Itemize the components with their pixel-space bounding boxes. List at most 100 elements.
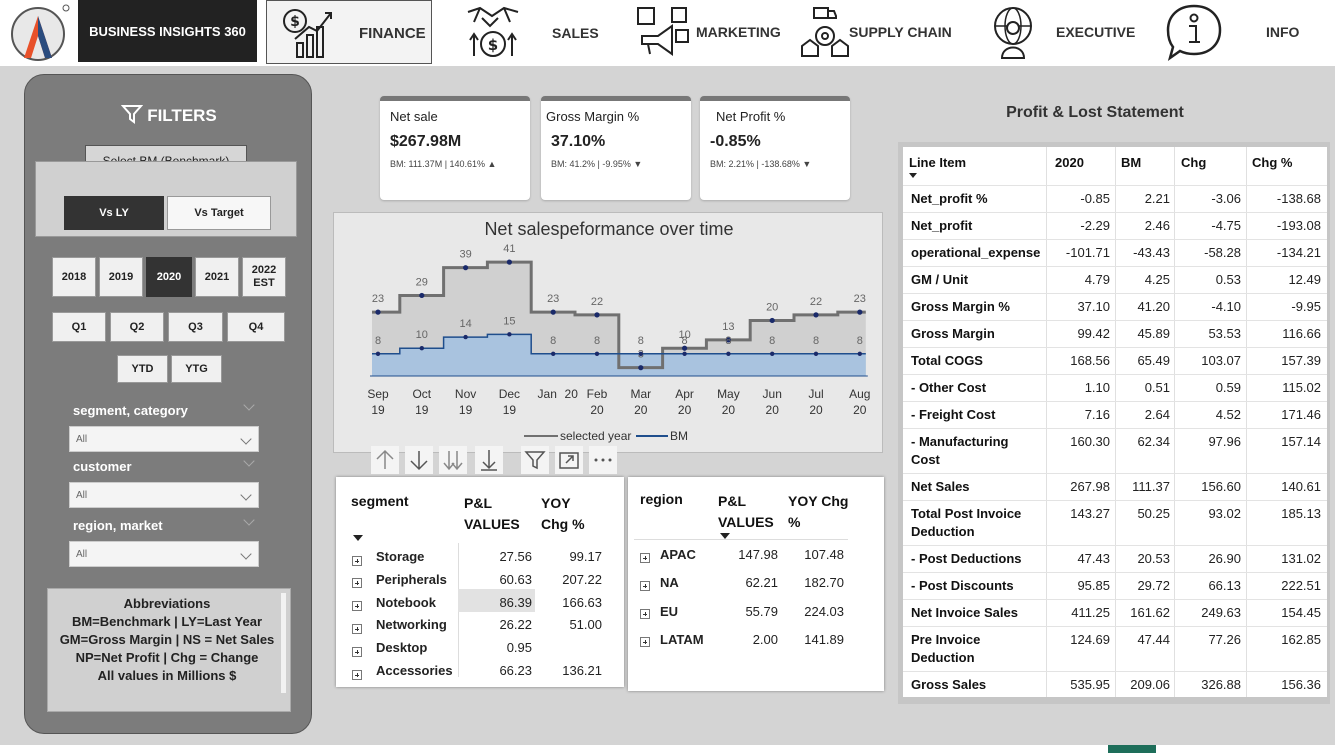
vs-target-toggle[interactable]: Vs Target (167, 196, 271, 230)
expand-plus-icon[interactable] (352, 578, 362, 589)
region-header[interactable]: region (640, 491, 683, 507)
quarter-q4-button[interactable]: Q4 (227, 312, 285, 342)
segment-category-dropdown[interactable]: All (69, 426, 259, 452)
expand-plus-icon[interactable] (640, 580, 650, 591)
net-sales-chart[interactable]: Net salespeformance over time 23 29 39 41 23… (333, 212, 883, 453)
kpi-card-net-sale[interactable]: Net sale $267.98M BM: 111.37M | 140.61% … (380, 96, 530, 200)
x-tick-label: 20 (809, 403, 823, 417)
table-row[interactable]: NA 62.21 182.70 (628, 571, 884, 597)
abbreviation-line: GM=Gross Margin | NS = Net Sales (59, 632, 275, 647)
pnl-row[interactable]: operational_expense -101.71 -43.43 -58.28 -1… (903, 239, 1327, 266)
table-row[interactable]: Accessories 66.23 136.21 (344, 661, 614, 683)
year-2020-button[interactable]: 2020 (146, 257, 192, 297)
pnl-line-item: Net_profit (911, 218, 973, 233)
sort-desc-icon[interactable] (909, 173, 917, 178)
pnl-table[interactable]: Line Item 2020 BM Chg Chg % Net_profit %… (903, 147, 1327, 697)
pnl-header-chg-pct[interactable]: Chg % (1252, 155, 1292, 170)
nav-supply-chain[interactable]: SUPPLY CHAIN (800, 0, 960, 64)
chevron-down-icon[interactable] (243, 455, 255, 467)
expand-hierarchy-icon[interactable] (475, 446, 503, 474)
table-row[interactable]: Networking 26.22 51.00 (344, 615, 614, 637)
pl-value: 2.00 (752, 631, 778, 647)
region-market-label: region, market (73, 518, 163, 533)
ytg-button[interactable]: YTG (171, 355, 222, 383)
pnl-header-bm[interactable]: BM (1121, 155, 1141, 170)
expand-plus-icon[interactable] (352, 555, 362, 566)
kpi-benchmark: BM: 2.21% | -138.68% ▼ (710, 159, 812, 169)
scrollbar[interactable] (281, 593, 286, 693)
active-page-tab[interactable] (1108, 745, 1156, 753)
chevron-down-icon[interactable] (243, 514, 255, 526)
pnl-row[interactable]: Gross Margin % 37.10 41.20 -4.10 -9.95 (903, 293, 1327, 320)
pnl-row[interactable]: Net Invoice Sales 411.25 161.62 249.63 154.4… (903, 599, 1327, 626)
x-tick-label: 20 (766, 403, 780, 417)
expand-plus-icon[interactable] (640, 609, 650, 620)
pnl-row[interactable]: GM / Unit 4.79 4.25 0.53 12.49 (903, 266, 1327, 293)
pnl-row[interactable]: Net_profit -2.29 2.46 -4.75 -193.08 (903, 212, 1327, 239)
pnl-row[interactable]: - Manufacturing Cost 160.30 62.34 97.96 157.… (903, 428, 1327, 473)
nav-executive[interactable]: EXECUTIVE (982, 0, 1135, 64)
table-row[interactable]: Desktop 0.95 (344, 638, 614, 660)
yoy-chg-header[interactable]: YOY Chg % (541, 493, 601, 535)
filter-icon[interactable] (521, 446, 549, 474)
region-matrix[interactable]: region P&L VALUES YOY Chg % APAC 147.98 10… (628, 477, 884, 691)
pnl-header-2020[interactable]: 2020 (1055, 155, 1084, 170)
kpi-card-net-profit[interactable]: Net Profit % -0.85% BM: 2.21% | -138.68%… (700, 96, 850, 200)
double-arrow-down-icon[interactable] (439, 446, 467, 474)
sort-desc-icon[interactable] (353, 535, 363, 541)
nav-sales[interactable]: $ SALES (460, 0, 610, 64)
pnl-header-line-item[interactable]: Line Item (909, 155, 966, 170)
kpi-card-gross-margin[interactable]: Gross Margin % 37.10% BM: 41.2% | -9.95%… (541, 96, 691, 200)
nav-marketing[interactable]: MARKETING (634, 0, 784, 64)
nav-finance[interactable]: $ FINANCE (266, 0, 432, 64)
expand-plus-icon[interactable] (352, 669, 362, 680)
table-row[interactable]: APAC 147.98 107.48 (628, 543, 884, 569)
pnl-row[interactable]: Total COGS 168.56 65.49 103.07 157.39 (903, 347, 1327, 374)
pnl-row[interactable]: - Freight Cost 7.16 2.64 4.52 171.46 (903, 401, 1327, 428)
pnl-row[interactable]: Gross Margin 99.42 45.89 53.53 116.66 (903, 320, 1327, 347)
year-2021-button[interactable]: 2021 (195, 257, 239, 297)
pnl-row[interactable]: - Post Deductions 47.43 20.53 26.90 131.02 (903, 545, 1327, 572)
vs-ly-toggle[interactable]: Vs LY (64, 196, 164, 230)
expand-plus-icon[interactable] (640, 552, 650, 563)
table-row[interactable]: Notebook 86.39 166.63 (344, 593, 614, 615)
table-row[interactable]: Storage 27.56 99.17 (344, 547, 614, 569)
quarter-q3-button[interactable]: Q3 (168, 312, 223, 342)
segment-matrix[interactable]: segment P&L VALUES YOY Chg % Storage 27.5… (336, 477, 624, 687)
chevron-down-icon[interactable] (243, 399, 255, 411)
region-market-dropdown[interactable]: All (69, 541, 259, 567)
pnl-row[interactable]: Pre Invoice Deduction 124.69 47.44 77.26 162… (903, 626, 1327, 671)
table-row[interactable]: Peripherals 60.63 207.22 (344, 570, 614, 592)
data-label: 8 (682, 335, 688, 347)
pnl-row[interactable]: Net_profit % -0.85 2.21 -3.06 -138.68 (903, 185, 1327, 212)
pnl-row[interactable]: - Other Cost 1.10 0.51 0.59 115.02 (903, 374, 1327, 401)
table-row[interactable]: EU 55.79 224.03 (628, 600, 884, 626)
expand-plus-icon[interactable] (352, 601, 362, 612)
nav-info[interactable]: INFO (1162, 0, 1322, 64)
quarter-q1-button[interactable]: Q1 (52, 312, 106, 342)
arrow-down-icon[interactable] (405, 446, 433, 474)
arrow-up-icon[interactable] (371, 446, 399, 474)
quarter-q2-button[interactable]: Q2 (110, 312, 164, 342)
expand-plus-icon[interactable] (352, 623, 362, 634)
yoy-chg-header[interactable]: YOY Chg % (788, 491, 850, 533)
ytd-button[interactable]: YTD (117, 355, 168, 383)
pnl-line-item: GM / Unit (911, 272, 969, 287)
customer-dropdown[interactable]: All (69, 482, 259, 508)
more-options-icon[interactable] (589, 446, 617, 474)
year-2018-button[interactable]: 2018 (52, 257, 96, 297)
year-2019-button[interactable]: 2019 (99, 257, 143, 297)
pnl-row[interactable]: Gross Sales 535.95 209.06 326.88 156.36 (903, 671, 1327, 698)
segment-header[interactable]: segment (351, 493, 409, 509)
table-row[interactable]: LATAM 2.00 141.89 (628, 628, 884, 654)
pnl-row[interactable]: - Post Discounts 95.85 29.72 66.13 222.51 (903, 572, 1327, 599)
pnl-row[interactable]: Total Post Invoice Deduction 143.27 50.25 9… (903, 500, 1327, 545)
expand-plus-icon[interactable] (640, 637, 650, 648)
year-2022-est-button[interactable]: 2022 EST (242, 257, 286, 297)
pnl-header-chg[interactable]: Chg (1181, 155, 1206, 170)
pl-values-header[interactable]: P&L VALUES (718, 491, 780, 533)
focus-mode-icon[interactable] (555, 446, 583, 474)
expand-plus-icon[interactable] (352, 646, 362, 657)
pnl-row[interactable]: Net Sales 267.98 111.37 156.60 140.61 (903, 473, 1327, 500)
pl-values-header[interactable]: P&L VALUES (464, 493, 524, 535)
